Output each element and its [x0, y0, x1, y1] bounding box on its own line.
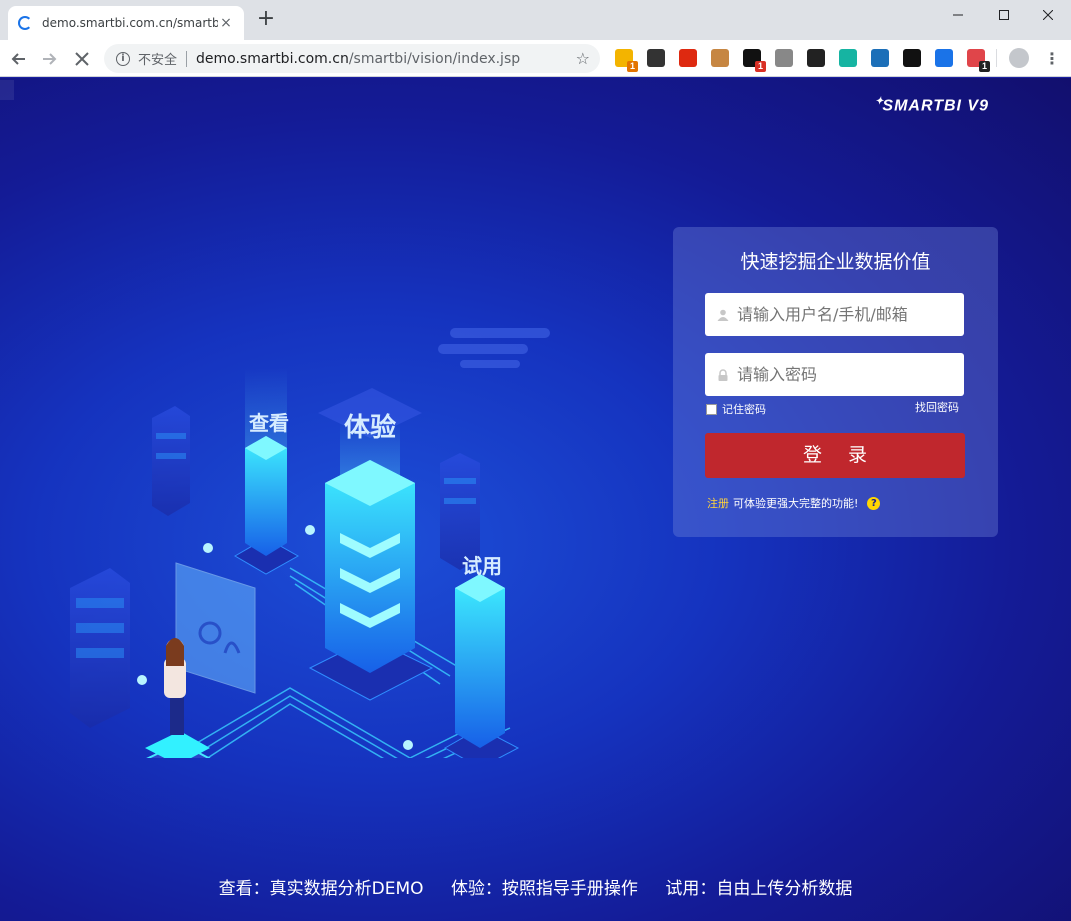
username-input[interactable]	[737, 305, 957, 324]
stop-x-icon	[75, 52, 89, 66]
ext-mask-icon[interactable]	[647, 49, 665, 67]
user-icon	[717, 309, 729, 321]
minimize-button[interactable]	[935, 0, 981, 30]
lock-icon	[718, 368, 728, 381]
ext-ring-icon[interactable]	[807, 49, 825, 67]
register-line: 注册 可体验更强大完整的功能! ?	[707, 495, 881, 511]
cloud-decoration	[438, 328, 550, 368]
password-input[interactable]	[737, 365, 957, 384]
profile-avatar-icon[interactable]	[1009, 48, 1029, 68]
footer-view: 查看：真实数据分析DEMO	[218, 879, 424, 899]
back-arrow-icon	[11, 53, 25, 65]
tab-close-icon[interactable]: ×	[218, 15, 234, 31]
tab-strip: demo.smartbi.com.cn/smartbi/ × +	[0, 0, 1071, 40]
login-panel: 快速挖掘企业数据价值 记住密码 找回密码 登录 注册 可体验更强大完整的功能! …	[673, 227, 998, 537]
extension-badge: 1	[755, 61, 766, 72]
stop-button[interactable]	[69, 46, 95, 72]
new-tab-button[interactable]: +	[254, 8, 278, 32]
ext-blue-icon[interactable]	[871, 49, 889, 67]
login-page: ✦SMARTBI V9 查看 体验 试用 快速挖掘企业数据价值 请输入用户名/手…	[0, 78, 1071, 921]
omnibox-divider	[186, 50, 188, 67]
background-tower-left	[70, 568, 130, 728]
tower-trial: 试用	[443, 554, 520, 758]
ext-cookie-icon[interactable]	[711, 49, 729, 67]
background-tower-small	[152, 406, 190, 516]
address-bar[interactable]: i 不安全 demo.smartbi.com.cn/smartbi/vision…	[104, 44, 600, 73]
login-button[interactable]: 登录	[705, 433, 965, 478]
extension-badge: 1	[979, 61, 990, 72]
background-tower-right	[440, 453, 480, 570]
ext-teal-icon[interactable]	[839, 49, 857, 67]
back-button[interactable]	[5, 46, 31, 72]
url-text[interactable]: demo.smartbi.com.cn/smartbi/vision/index…	[196, 51, 520, 67]
ext-flag-icon[interactable]	[679, 49, 697, 67]
maximize-button[interactable]	[981, 0, 1027, 30]
isometric-illustration: 查看 体验 试用	[70, 328, 550, 758]
bookmark-star-icon[interactable]: ☆	[576, 49, 590, 68]
feature-footer: 查看：真实数据分析DEMO 体验：按照指导手册操作 试用：自由上传分析数据	[0, 874, 1071, 899]
remember-password[interactable]: 记住密码	[706, 401, 766, 417]
maximize-icon	[999, 10, 1009, 20]
menu-kebab-icon[interactable]: ⋮	[1044, 49, 1060, 68]
username-field[interactable]	[705, 293, 964, 336]
ext-terminal-icon[interactable]	[903, 49, 921, 67]
extension-badge: 1	[627, 61, 638, 72]
footer-trial: 试用：自由上传分析数据	[665, 879, 853, 899]
brand-text: SMARTBI V9	[882, 97, 989, 115]
ext-yellow-icon[interactable]: 1	[615, 49, 638, 72]
browser-tab[interactable]: demo.smartbi.com.cn/smartbi/ ×	[8, 6, 244, 40]
side-tab-marker	[0, 80, 14, 100]
help-icon[interactable]: ?	[867, 496, 881, 510]
ext-red-icon[interactable]: 1	[967, 49, 990, 72]
insecure-label: 不安全	[138, 53, 178, 68]
tower-label-view: 查看	[249, 411, 289, 435]
tower-label-trial: 试用	[462, 554, 502, 578]
tower-label-experience: 体验	[344, 412, 396, 443]
forward-arrow-icon	[43, 53, 57, 65]
forward-button[interactable]	[37, 46, 63, 72]
footer-experience: 体验：按照指导手册操作	[450, 879, 638, 899]
remember-checkbox[interactable]	[706, 403, 717, 415]
close-icon	[1043, 10, 1053, 20]
toolbar-divider	[996, 49, 997, 67]
tab-title: demo.smartbi.com.cn/smartbi/	[42, 16, 218, 30]
tower-view: 查看	[234, 368, 300, 575]
ext-black-icon[interactable]: 1	[743, 49, 766, 72]
ext-pin-icon[interactable]	[935, 49, 953, 67]
info-icon[interactable]: i	[116, 51, 130, 66]
smartbi-logo: ✦SMARTBI V9	[875, 96, 989, 115]
remember-label: 记住密码	[722, 403, 766, 416]
browser-toolbar: i 不安全 demo.smartbi.com.cn/smartbi/vision…	[0, 40, 1071, 77]
minimize-icon	[953, 14, 963, 16]
ext-ip-icon[interactable]	[775, 49, 793, 67]
register-link[interactable]: 注册	[707, 495, 729, 511]
loading-spinner-icon	[18, 16, 32, 30]
forgot-password-link[interactable]: 找回密码	[915, 399, 959, 415]
password-field[interactable]	[705, 353, 964, 396]
login-headline: 快速挖掘企业数据价值	[740, 251, 931, 273]
dashboard-screen	[175, 562, 256, 694]
url-host: demo.smartbi.com.cn	[196, 50, 349, 67]
register-description: 可体验更强大完整的功能!	[733, 497, 859, 510]
close-window-button[interactable]	[1025, 0, 1071, 30]
url-path: /smartbi/vision/index.jsp	[348, 50, 521, 67]
